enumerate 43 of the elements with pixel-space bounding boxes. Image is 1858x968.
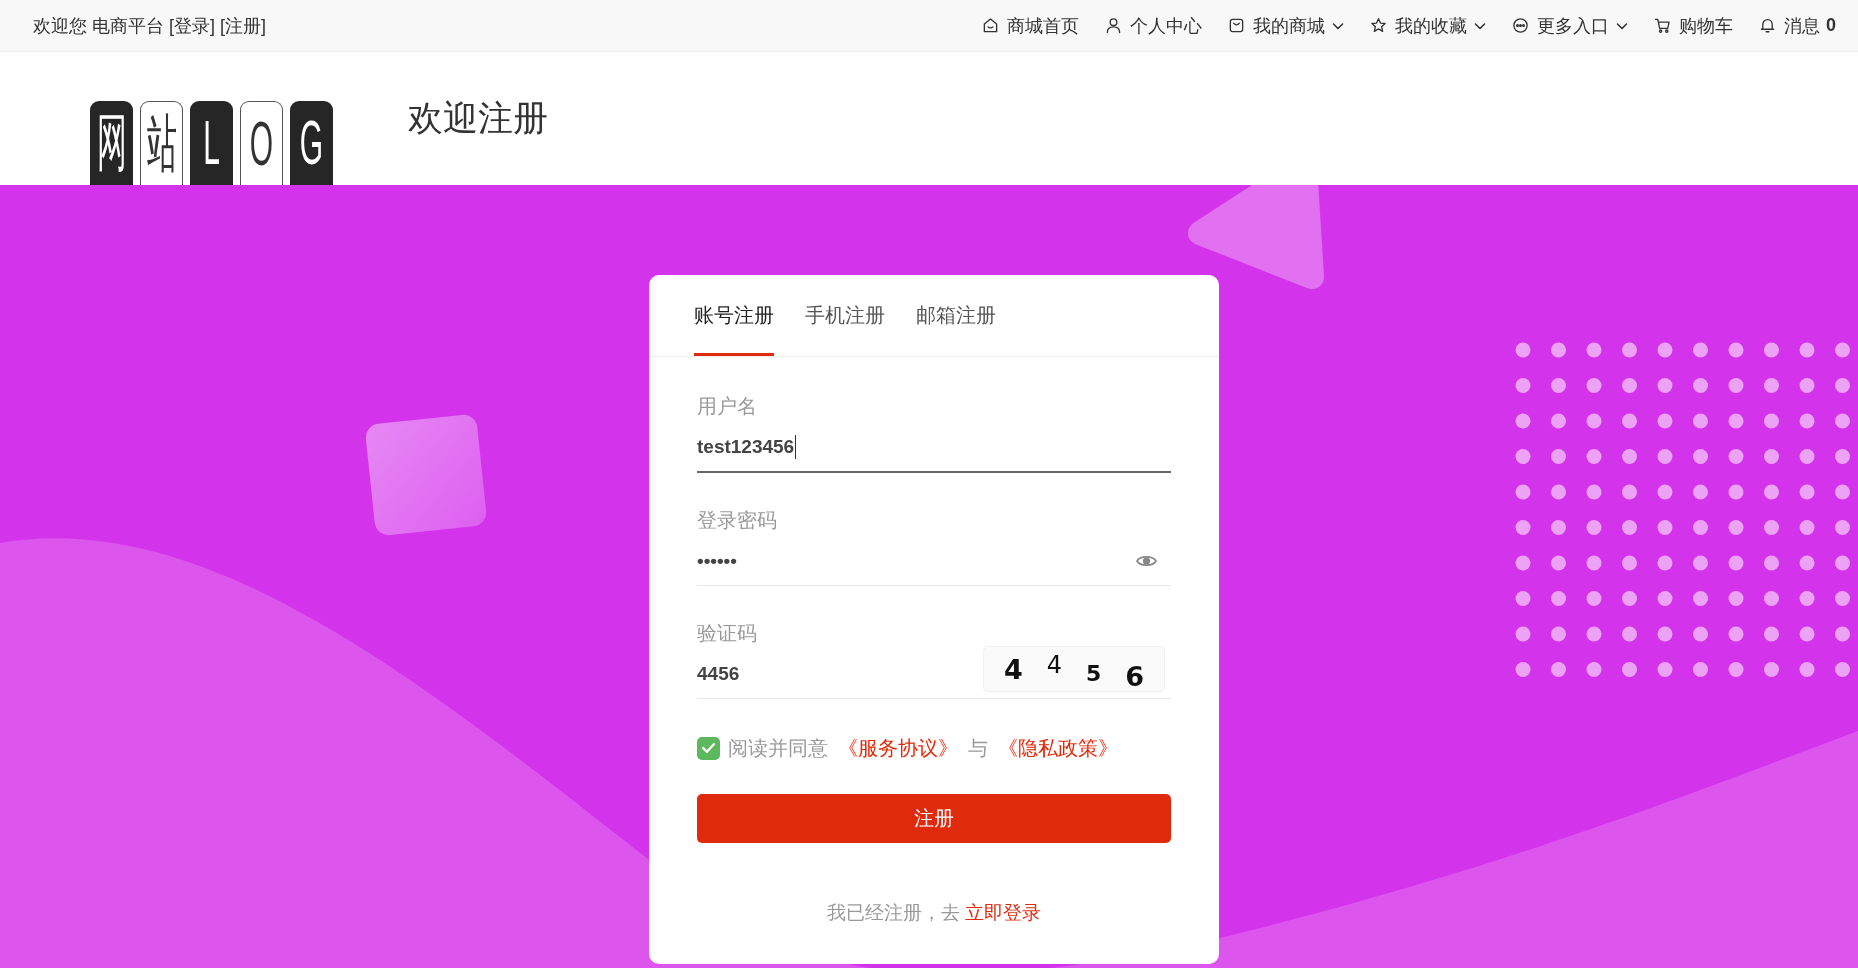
agreement-link[interactable]: 《隐私政策》 [998,735,1118,761]
eye-icon[interactable] [1136,554,1157,568]
logo-tile: 网 [90,101,133,185]
nav-link[interactable]: 更多入口 [1512,13,1628,38]
register-button[interactable]: 注册 [697,794,1171,843]
text-cursor [795,435,797,459]
nav-link[interactable]: 个人中心 [1105,13,1202,38]
logo-tile: G [290,101,333,185]
nav-link[interactable]: 我的商城 [1228,13,1344,38]
nav-link[interactable]: 我的收藏 [1370,13,1486,38]
agree-checkbox[interactable] [697,736,720,760]
login-prompt: 我已经注册，去 立即登录 [825,901,1043,925]
welcome-text: 欢迎您 电商平台 [33,14,164,38]
bell-icon [1759,17,1776,34]
tab[interactable]: 手机注册 [805,275,885,356]
input-field[interactable]: test123456 [697,423,1171,473]
field-label: 登录密码 [697,508,778,533]
nav-link[interactable]: 消息 0 [1759,13,1836,38]
check-icon [702,743,715,753]
home-icon [982,17,999,34]
login-now-link[interactable]: 立即登录 [965,902,1042,923]
message-count: 0 [1826,15,1836,36]
logo-tile: L [190,101,233,185]
page-title: 欢迎注册 [408,97,548,139]
agreement-text: 阅读并同意 《服务协议》 与 《隐私政策》 [728,735,1118,761]
user-icon [1105,17,1122,34]
star-icon [1370,17,1387,34]
nav-link[interactable]: 商城首页 [982,13,1079,38]
agreement-link[interactable]: 《服务协议》 [838,735,958,761]
field-label: 用户名 [697,394,758,419]
login-link[interactable]: [登录] [169,13,216,38]
tab[interactable]: 邮箱注册 [916,275,996,356]
nav-link[interactable]: 购物车 [1654,13,1733,38]
more-icon [1512,17,1529,34]
logo-tile: O [240,101,283,185]
field-label: 验证码 [697,621,758,646]
cart-icon [1654,17,1671,34]
logo-tile: 站 [140,101,183,185]
captcha-image[interactable]: 4 4 5 6 [983,646,1165,692]
password-field[interactable]: •••••• [697,537,1171,586]
tab[interactable]: 账号注册 [694,275,774,356]
register-link[interactable]: [注册] [220,13,267,38]
inbox-icon [1228,17,1245,34]
